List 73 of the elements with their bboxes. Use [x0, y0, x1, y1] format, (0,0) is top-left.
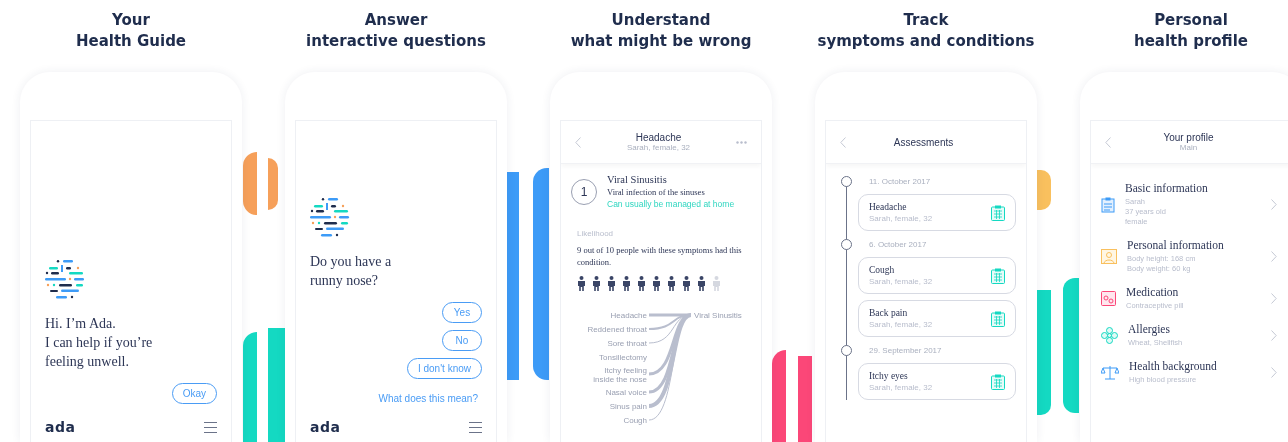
assessment-date: 6. October 2017 [868, 239, 927, 249]
ada-avatar-icon [310, 198, 350, 240]
care-advice: Can usually be managed at home [607, 199, 735, 209]
chevron-right-icon [1271, 367, 1277, 378]
assessment-date: 11. October 2017 [868, 176, 931, 186]
symptom-label: Sore throat [607, 339, 647, 348]
back-icon[interactable] [840, 136, 846, 148]
id-card-icon [1101, 196, 1115, 213]
assessment-card[interactable]: Itchy eyes Sarah, female, 32 [858, 363, 1016, 400]
feature-caption: Understand what might be wrong [569, 10, 753, 52]
back-icon[interactable] [1105, 136, 1111, 148]
clipboard-icon [991, 310, 1005, 327]
menu-icon[interactable] [469, 421, 482, 433]
profile-item-title: Basic information [1125, 182, 1209, 194]
assessment-title: Itchy eyes [869, 371, 909, 381]
assessment-subtitle: Sarah, female, 32 [869, 277, 933, 286]
symptom-label: Tonsillectomy [599, 353, 647, 362]
menu-icon[interactable] [204, 421, 217, 433]
condition-title: Viral Sinusitis [607, 174, 668, 185]
feature-caption: Track symptoms and conditions [816, 10, 1036, 52]
symptom-label: Nasal voice [605, 388, 647, 397]
more-icon[interactable] [736, 140, 747, 144]
chevron-right-icon [1271, 293, 1277, 304]
feature-caption: Your Health Guide [74, 10, 188, 52]
pill-box-icon [1101, 291, 1116, 306]
symptom-label: Itchy feeling inside the nose [593, 365, 647, 384]
back-icon[interactable] [575, 136, 581, 148]
decorative-stripe [268, 158, 278, 210]
condition-description: Viral infection of the sinuses [607, 187, 706, 197]
portrait-icon [1101, 249, 1117, 264]
app-logo: ada [45, 419, 76, 435]
symptom-label: Cough [623, 416, 647, 425]
chat-message: Hi. I’m Ada. I can help if you’re feeling unwell. [45, 315, 154, 371]
assessment-card[interactable]: Back pain Sarah, female, 32 [858, 300, 1016, 337]
symptom-label: Sinus pain [609, 402, 647, 411]
assessment-subtitle: Sarah, female, 32 [869, 383, 933, 392]
screen-title: Your profile [1163, 132, 1214, 143]
chevron-right-icon [1271, 330, 1277, 341]
decorative-stripe [243, 152, 257, 215]
feature-caption: Personal health profile [1132, 10, 1250, 52]
clipboard-icon [991, 373, 1005, 390]
screen-title: Headache [635, 132, 682, 143]
clipboard-icon [991, 267, 1005, 284]
profile-item-title: Allergies [1128, 323, 1171, 335]
assessment-title: Cough [869, 265, 896, 275]
section-label: Likelihood [576, 228, 615, 240]
assessment-card[interactable]: Headache Sarah, female, 32 [858, 194, 1016, 231]
assessment-title: Headache [869, 202, 908, 212]
scales-icon [1101, 365, 1119, 380]
symptom-label: Reddened throat [587, 325, 647, 334]
profile-item-title: Health background [1129, 360, 1218, 372]
likelihood-text: 9 out of 10 people with these symptoms had this condition. [576, 244, 743, 268]
profile-item-title: Personal information [1127, 239, 1225, 251]
symptom-label: Headache [610, 311, 647, 320]
chevron-right-icon [1271, 251, 1277, 262]
screen-subtitle: Main [1179, 143, 1198, 152]
feature-caption: Answer interactive questions [305, 10, 487, 52]
assessment-subtitle: Sarah, female, 32 [869, 320, 933, 329]
condition-node-label: Viral Sinusitis [694, 311, 742, 320]
assessment-title: Back pain [869, 308, 909, 318]
app-logo: ada [310, 419, 341, 435]
screen-title: Assessments [893, 136, 954, 148]
decorative-stripe [1037, 170, 1051, 210]
clipboard-icon [991, 204, 1005, 221]
screen-subtitle: Sarah, female, 32 [626, 143, 691, 152]
chevron-right-icon [1271, 199, 1277, 210]
assessment-card[interactable]: Cough Sarah, female, 32 [858, 257, 1016, 294]
profile-item-title: Medication [1126, 286, 1180, 298]
chat-message: Do you have a runny nose? [310, 253, 393, 290]
assessment-subtitle: Sarah, female, 32 [869, 214, 933, 223]
assessment-date: 29. September 2017 [868, 345, 942, 355]
ada-avatar-icon [45, 260, 85, 302]
flower-icon [1101, 327, 1118, 344]
